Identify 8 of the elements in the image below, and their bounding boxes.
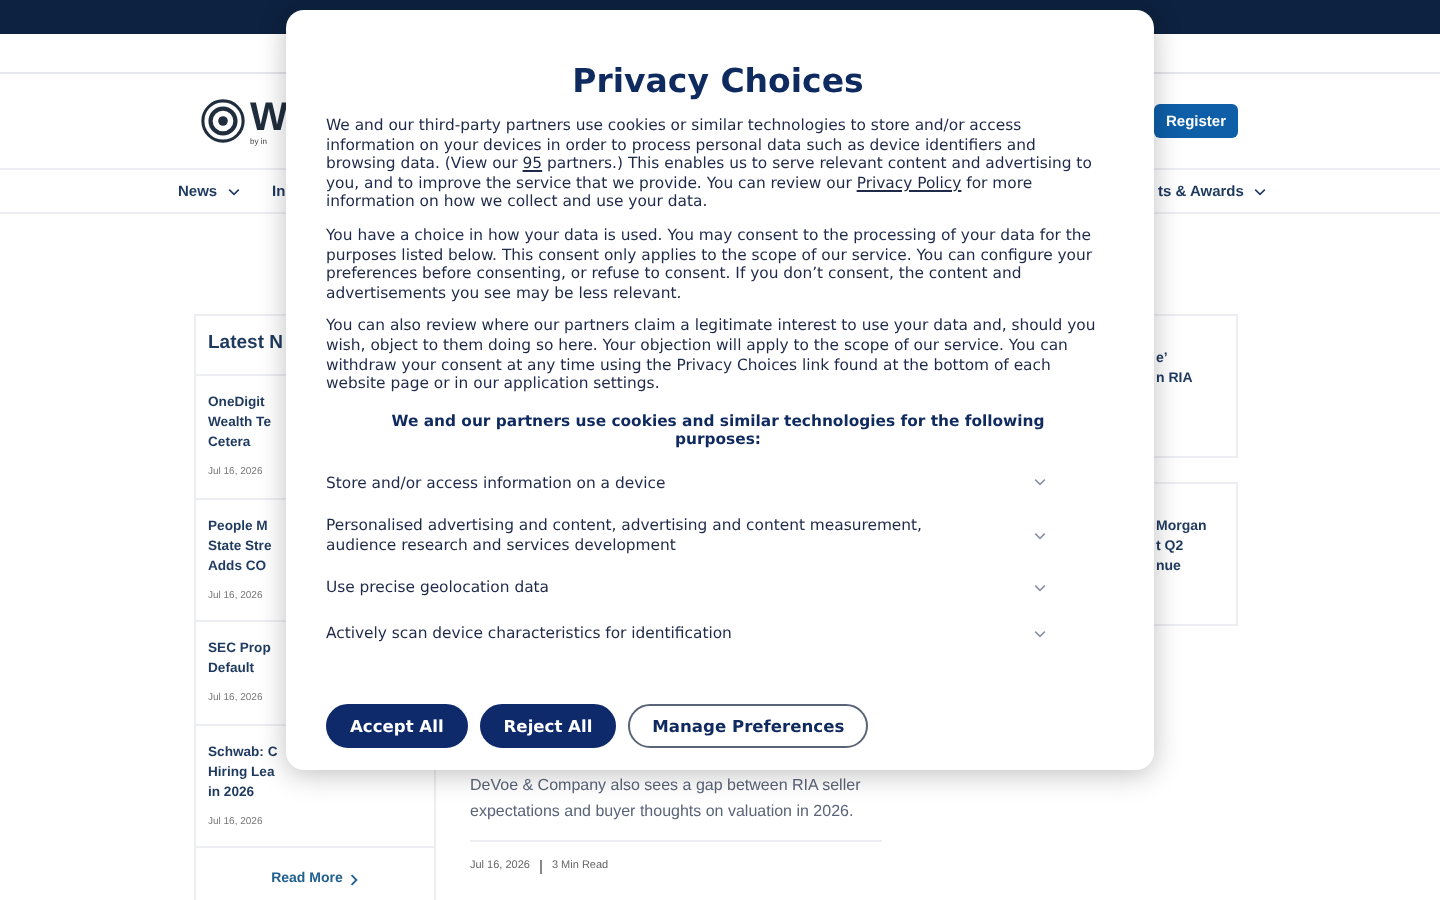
dialog-button[interactable]: Accept All bbox=[326, 704, 468, 748]
article-summary: DeVoe & Company also sees a gap between RIA seller expectations and buyer thoughts on valuation in 2026. bbox=[470, 774, 863, 824]
dialog-title: Privacy Choices bbox=[570, 62, 866, 102]
logo-text: W bbox=[250, 97, 288, 137]
chevron-right-icon bbox=[350, 874, 359, 886]
dialog-button[interactable]: Manage Preferences bbox=[628, 704, 869, 748]
logo-icon bbox=[200, 98, 246, 144]
dialog-button[interactable]: Reject All bbox=[479, 704, 617, 748]
